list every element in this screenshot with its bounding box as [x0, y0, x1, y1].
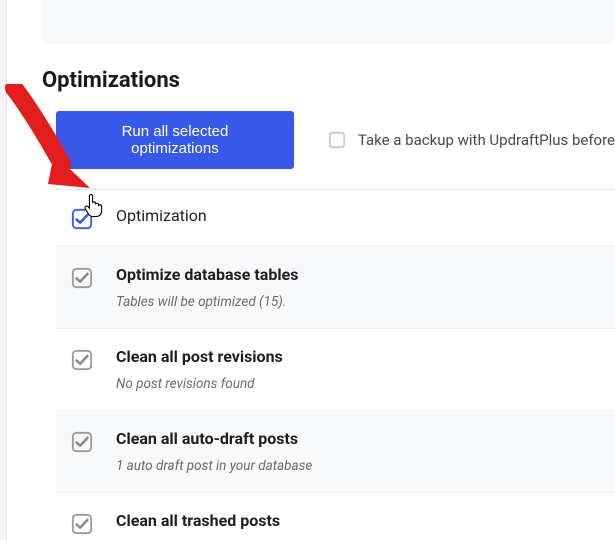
- table-row: Clean all post revisions No post revisio…: [56, 329, 615, 411]
- row-subtitle: No post revisions found: [116, 376, 615, 392]
- select-all-cell: [70, 206, 94, 230]
- header-col-label: Optimization: [116, 206, 615, 225]
- row-title: Clean all post revisions: [116, 347, 615, 366]
- table-row: Clean all trashed posts No trashed posts…: [56, 493, 615, 540]
- row-checkbox[interactable]: [71, 349, 93, 371]
- backup-label: Take a backup with UpdraftPlus before: [358, 131, 615, 149]
- row-checkbox[interactable]: [71, 513, 93, 535]
- row-title: Optimize database tables: [116, 265, 615, 284]
- backup-option[interactable]: Take a backup with UpdraftPlus before: [328, 131, 615, 149]
- optimizations-table: Optimization Optimize database tables Ta…: [56, 189, 615, 540]
- table-row: Clean all auto-draft posts 1 auto draft …: [56, 411, 615, 493]
- row-title: Clean all trashed posts: [116, 511, 615, 530]
- row-subtitle: 1 auto draft post in your database: [116, 458, 615, 474]
- row-checkbox[interactable]: [71, 267, 93, 289]
- row-title: Clean all auto-draft posts: [116, 429, 615, 448]
- section-title: Optimizations: [42, 68, 615, 93]
- run-all-button[interactable]: Run all selected optimizations: [56, 111, 294, 169]
- toolbar: Run all selected optimizations Take a ba…: [56, 111, 615, 169]
- row-subtitle: Tables will be optimized (15).: [116, 294, 615, 310]
- table-row: Optimize database tables Tables will be …: [56, 247, 615, 329]
- table-header-row: Optimization: [56, 190, 615, 247]
- content-area: Optimizations Run all selected optimizat…: [6, 0, 615, 540]
- top-card-placeholder: [42, 0, 615, 44]
- select-all-checkbox[interactable]: [71, 208, 93, 230]
- row-checkbox[interactable]: [71, 431, 93, 453]
- backup-checkbox[interactable]: [328, 131, 346, 149]
